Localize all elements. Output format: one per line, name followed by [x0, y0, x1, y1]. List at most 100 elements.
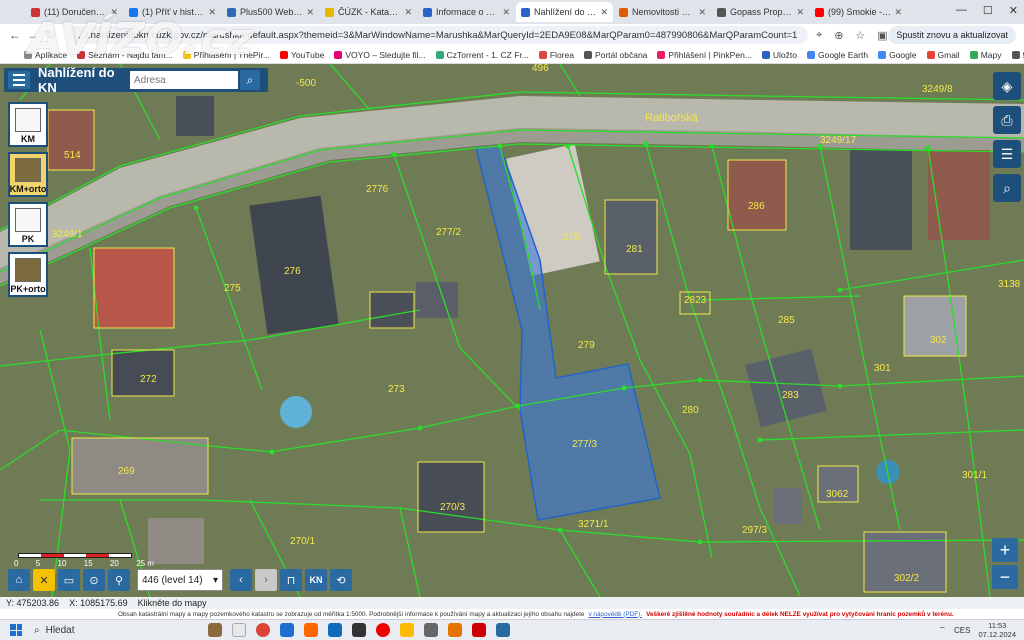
close-tab-icon[interactable]: ✕	[698, 7, 706, 18]
menu-button[interactable]	[8, 71, 30, 89]
next-icon[interactable]: ›	[255, 569, 277, 591]
bookmark-item[interactable]: VOYO – Sledujte fil...	[334, 50, 426, 60]
taskbar-search[interactable]: ⌕ Hledat	[34, 623, 184, 638]
layer-button[interactable]: PK+orto	[8, 252, 48, 297]
calendar-icon[interactable]	[352, 623, 366, 637]
select-area-icon[interactable]: ▭	[58, 569, 80, 591]
bookmark-item[interactable]: CzTorrent - 1. CZ Fr...	[435, 50, 529, 60]
app-icon[interactable]	[208, 623, 222, 637]
print-icon[interactable]: ⎙	[993, 106, 1021, 134]
measure-icon[interactable]: ⊓	[280, 569, 302, 591]
browser-tab[interactable]: Nemovitosti na prod✕	[614, 2, 711, 22]
app-icon[interactable]	[496, 623, 510, 637]
help-link[interactable]: v nápovědě (PDF).	[588, 611, 642, 618]
bookmark-icon	[77, 50, 86, 59]
browser-tab[interactable]: (11) Doručené – Sezn✕	[26, 2, 123, 22]
reload-icon[interactable]: ↻	[42, 28, 60, 42]
minimize-icon[interactable]: —	[956, 4, 967, 17]
bookmark-item[interactable]: Přihlášení | ThePir...	[182, 50, 270, 60]
forward-icon[interactable]: →	[24, 28, 42, 42]
app-icon[interactable]	[472, 623, 486, 637]
close-tab-icon[interactable]: ✕	[404, 7, 412, 18]
update-button[interactable]: Spustit znovu a aktualizovat	[888, 26, 1016, 44]
layer-button[interactable]: PK	[8, 202, 48, 247]
app-icon[interactable]	[232, 623, 246, 637]
close-window-icon[interactable]: ✕	[1009, 4, 1018, 17]
app-header: Nahlížení do KN ⌕	[4, 65, 268, 95]
bookmark-item[interactable]: Google	[878, 50, 917, 60]
map-canvas[interactable]: Ratibořská 496 3249/8 514 -500 3249/17 2776 27…	[0, 64, 1024, 597]
close-tab-icon[interactable]: ✕	[110, 7, 118, 18]
bookmark-icon	[878, 50, 887, 59]
address-search-input[interactable]	[130, 71, 238, 89]
app-icon[interactable]	[424, 623, 438, 637]
layer-button[interactable]: KM	[8, 102, 48, 147]
close-tab-icon[interactable]: ✕	[208, 7, 216, 18]
browser-tab[interactable]: Informace o pozemk✕	[418, 2, 515, 22]
back-icon[interactable]: ←	[6, 28, 24, 42]
browser-tab[interactable]: Plus500 Webová plat✕	[222, 2, 319, 22]
parcel-label: 3249/17	[820, 135, 857, 146]
scale-label: 10	[57, 559, 67, 568]
bookmark-item[interactable]: Portál občana	[583, 50, 647, 60]
app-icon[interactable]	[448, 623, 462, 637]
browser-tab[interactable]: Gopass Property – Irr✕	[712, 2, 809, 22]
close-tab-icon[interactable]: ✕	[894, 7, 902, 18]
bookmark-item[interactable]: Seznam - Najdu tam...	[77, 50, 173, 60]
level-select[interactable]: 446 (level 14) ▾	[137, 569, 223, 591]
zoom-out-button[interactable]: −	[992, 565, 1018, 589]
close-tab-icon[interactable]: ✕	[600, 7, 608, 18]
close-tab-icon[interactable]: ✕	[306, 7, 314, 18]
home-icon[interactable]: ⌂	[8, 569, 30, 591]
edge-icon[interactable]	[280, 623, 294, 637]
bookmark-item[interactable]: Gmail	[926, 50, 960, 60]
zoom-icon[interactable]: ⊕	[834, 29, 843, 42]
chrome-icon[interactable]	[256, 623, 270, 637]
bookmark-item[interactable]: Mapy	[969, 49, 1002, 60]
search-icon[interactable]: ⌕	[240, 70, 260, 90]
cadastral-map[interactable]: Ratibořská 496 3249/8 514 -500 3249/17 2776 27…	[0, 64, 1024, 597]
search-map-icon[interactable]: ⌕	[993, 174, 1021, 202]
extensions-icon[interactable]: ▣	[877, 29, 887, 42]
bookmark-icon	[435, 50, 444, 59]
media-icon[interactable]	[376, 623, 390, 637]
firefox-icon[interactable]	[304, 623, 318, 637]
browser-tab[interactable]: (99) Smokie - Lay✕	[810, 2, 907, 22]
windows-start-icon[interactable]	[10, 624, 22, 636]
bookmark-item[interactable]: Florea	[538, 50, 574, 60]
close-tab-icon[interactable]: ✕	[502, 7, 510, 18]
bookmark-item[interactable]: 9	[1011, 50, 1024, 60]
browser-tab[interactable]: Nahlížení do katastr✕	[516, 2, 613, 22]
pin-icon[interactable]: ⚲	[108, 569, 130, 591]
maximize-icon[interactable]: ☐	[983, 4, 993, 17]
bookmark-star-icon[interactable]: ☆	[855, 29, 865, 42]
layers-icon[interactable]: ◈	[993, 72, 1021, 100]
layer-button[interactable]: KM+orto	[8, 152, 48, 197]
browser-tab[interactable]: (1) Příť v historickýc✕	[124, 2, 221, 22]
bookmark-item[interactable]: YouTube	[279, 50, 324, 60]
tray-lang[interactable]: CES	[954, 626, 970, 635]
street-label: Ratibořská	[645, 112, 698, 124]
zoom-in-button[interactable]: +	[992, 538, 1018, 562]
bookmark-item[interactable]: Přihlášení | PinkPen...	[657, 50, 752, 60]
location-icon[interactable]: ⌖	[816, 29, 822, 42]
bookmark-item[interactable]: Uložto	[761, 50, 797, 60]
bookmark-item[interactable]: Google Earth	[806, 50, 868, 60]
locate-icon[interactable]: ⊙	[83, 569, 105, 591]
clock[interactable]: 11:53 07.12.2024	[978, 621, 1016, 639]
info-text: Obsah katastrální mapy a mapy pozemkovéh…	[118, 610, 585, 618]
browser-tab[interactable]: ČÚZK - Katastrální m✕	[320, 2, 417, 22]
clear-selection-icon[interactable]: ✕	[33, 569, 55, 591]
prev-icon[interactable]: ‹	[230, 569, 252, 591]
close-tab-icon[interactable]: ✕	[796, 7, 804, 18]
outlook-icon[interactable]	[328, 623, 342, 637]
parcel-label: 3249/8	[922, 84, 953, 95]
explorer-icon[interactable]	[400, 623, 414, 637]
info-icon[interactable]: ☰	[993, 140, 1021, 168]
bookmark-item[interactable]: Aplikace	[24, 50, 67, 60]
share-icon[interactable]: ⟲	[330, 569, 352, 591]
wifi-icon[interactable]: ⌔	[938, 625, 946, 635]
bookmark-label: Mapy	[980, 49, 1002, 60]
url-input[interactable]: ...l.nahlizenidokn.cuzk.gov.cz/marushka/…	[68, 26, 808, 44]
kn-button[interactable]: KN	[305, 569, 327, 591]
